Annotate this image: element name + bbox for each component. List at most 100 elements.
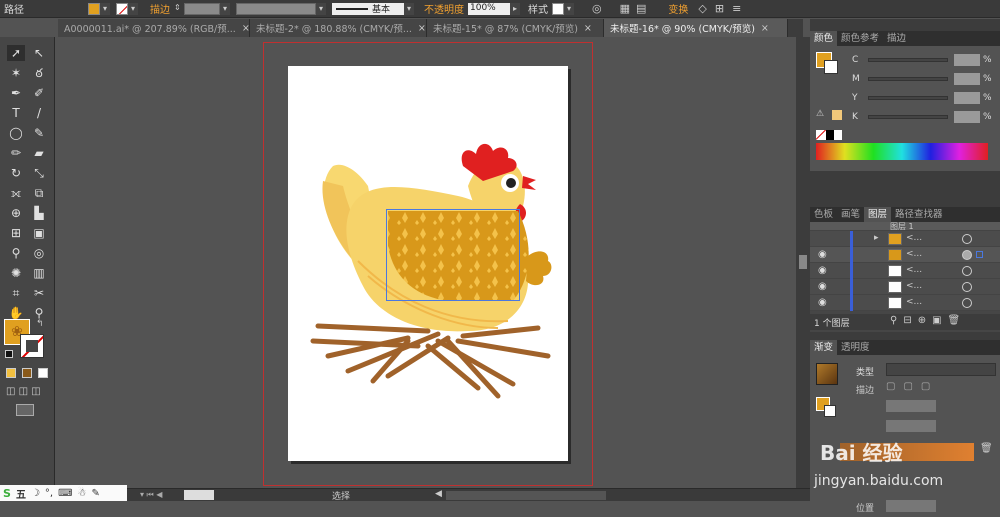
- stroke-color-box[interactable]: [20, 334, 44, 358]
- stroke-weight-stepper[interactable]: ⇕: [174, 3, 184, 15]
- expand-icon[interactable]: ▸: [874, 233, 879, 243]
- position-input[interactable]: [886, 500, 936, 512]
- color-mode-button[interactable]: [6, 368, 16, 378]
- yellow-slider[interactable]: [868, 96, 948, 100]
- angle-select[interactable]: [886, 400, 936, 412]
- selection-bounding-box[interactable]: [386, 209, 520, 301]
- stroke-style-select[interactable]: 基本: [332, 2, 404, 15]
- cyan-input[interactable]: [954, 54, 980, 66]
- vertical-scrollbar[interactable]: [796, 37, 810, 488]
- pencil-tool-icon[interactable]: ✏: [7, 145, 25, 161]
- stroke-weight-dropdown[interactable]: ▾: [220, 2, 230, 15]
- opacity-dropdown[interactable]: ▸: [510, 2, 520, 15]
- stroke-style-dropdown[interactable]: ▾: [404, 2, 414, 15]
- align-icon[interactable]: ▦: [620, 2, 630, 15]
- style-swatch[interactable]: [552, 2, 564, 15]
- gradient-type-select[interactable]: [886, 363, 996, 376]
- perspective-grid-icon[interactable]: ▙: [30, 205, 48, 221]
- eye-icon[interactable]: ◉: [818, 297, 832, 309]
- magenta-input[interactable]: [954, 73, 980, 85]
- stroke-weight-input[interactable]: [184, 2, 220, 15]
- opacity-input[interactable]: 100%: [468, 2, 510, 15]
- panel-menu-icon[interactable]: ≡: [732, 2, 741, 15]
- layer-row[interactable]: ◉ <...: [810, 295, 1000, 311]
- type-tool-icon[interactable]: T: [7, 105, 25, 121]
- eye-icon[interactable]: [818, 233, 832, 245]
- direct-selection-tool-icon[interactable]: ↖: [30, 45, 48, 61]
- free-transform-icon[interactable]: ⧉: [30, 185, 48, 201]
- eraser-tool-icon[interactable]: ▰: [30, 145, 48, 161]
- yellow-input[interactable]: [954, 92, 980, 104]
- yellow-row[interactable]: Y%: [852, 92, 992, 104]
- symbol-sprayer-icon[interactable]: ✺: [7, 265, 25, 281]
- style-dropdown[interactable]: ▾: [564, 2, 574, 15]
- rotate-tool-icon[interactable]: ↻: [7, 165, 25, 181]
- target-icon[interactable]: [962, 298, 972, 308]
- variable-width-select[interactable]: [236, 2, 316, 15]
- artboard-number-input[interactable]: [184, 490, 214, 500]
- black-swatch[interactable]: [826, 130, 834, 140]
- opacity-label[interactable]: 不透明度: [420, 1, 468, 16]
- tab-untitled-15[interactable]: 未标题-15* @ 87% (CMYK/预览) ×: [427, 19, 604, 37]
- selection-tool-icon[interactable]: ➚: [7, 45, 25, 61]
- color-spectrum[interactable]: [816, 143, 988, 160]
- black-slider[interactable]: [868, 115, 948, 119]
- target-icon[interactable]: [962, 282, 972, 292]
- close-icon[interactable]: ×: [584, 23, 592, 34]
- artboard-tool-icon[interactable]: ⌗: [7, 285, 25, 301]
- delete-stop-icon[interactable]: 🗑: [980, 443, 993, 454]
- tab-stroke[interactable]: 描边: [883, 31, 910, 46]
- horizontal-scrollbar[interactable]: [446, 491, 606, 500]
- paintbrush-tool-icon[interactable]: ✎: [30, 125, 48, 141]
- none-mode-button[interactable]: [38, 368, 48, 378]
- tab-color-guide[interactable]: 颜色参考: [837, 31, 883, 46]
- moon-icon[interactable]: ☽: [31, 488, 40, 499]
- isolate-icon[interactable]: ◇: [698, 2, 706, 15]
- variable-width-dropdown[interactable]: ▾: [316, 2, 326, 15]
- sogou-logo-icon[interactable]: S: [3, 487, 11, 500]
- footer-icons[interactable]: ⚲⊟⊕▣🗑: [890, 315, 966, 326]
- draw-mode-icon[interactable]: ◫ ◫ ◫: [6, 386, 41, 397]
- tab-brushes[interactable]: 画笔: [837, 207, 864, 222]
- cyan-row[interactable]: C%: [852, 54, 992, 66]
- magenta-row[interactable]: M%: [852, 73, 992, 85]
- gradient-preview[interactable]: [816, 363, 838, 385]
- panel-stroke-swatch[interactable]: [824, 60, 838, 74]
- cyan-slider[interactable]: [868, 58, 948, 62]
- pen-tool-icon[interactable]: ✒: [7, 85, 25, 101]
- screen-mode-icon[interactable]: [16, 404, 34, 416]
- black-row[interactable]: K%: [852, 111, 992, 123]
- tab-color[interactable]: 颜色: [810, 31, 838, 46]
- slice-tool-icon[interactable]: ✂: [30, 285, 48, 301]
- tab-untitled-16[interactable]: 未标题-16* @ 90% (CMYK/预览) ×: [604, 19, 788, 37]
- tab-gradient[interactable]: 渐变: [810, 340, 838, 355]
- close-icon[interactable]: ×: [418, 23, 426, 34]
- layer-row[interactable]: ◉ <...: [810, 247, 1000, 263]
- gradient-stroke-box[interactable]: [824, 405, 836, 417]
- target-icon[interactable]: [962, 250, 972, 260]
- default-colors-icon[interactable]: [5, 350, 13, 358]
- column-graph-icon[interactable]: ▥: [30, 265, 48, 281]
- tab-transparency[interactable]: 透明度: [837, 340, 874, 355]
- gradient-mode-button[interactable]: [22, 368, 32, 378]
- line-tool-icon[interactable]: /: [30, 105, 48, 121]
- stroke-label[interactable]: 描边: [146, 1, 174, 16]
- magenta-slider[interactable]: [868, 77, 948, 81]
- fill-swatch[interactable]: [88, 2, 100, 15]
- arrange-icon[interactable]: ⊞: [715, 2, 724, 15]
- swap-fill-stroke-icon[interactable]: ↰: [36, 319, 44, 329]
- blend-tool-icon[interactable]: ◎: [30, 245, 48, 261]
- tools-icon[interactable]: ✎: [92, 488, 100, 499]
- layer-row[interactable]: ▸ <...: [810, 231, 1000, 247]
- white-swatch[interactable]: [834, 130, 842, 140]
- eye-icon[interactable]: ◉: [818, 281, 832, 293]
- aspect-select[interactable]: [886, 420, 936, 432]
- layer-row[interactable]: ◉ <...: [810, 263, 1000, 279]
- width-tool-icon[interactable]: ⟗: [7, 185, 25, 201]
- black-input[interactable]: [954, 111, 980, 123]
- none-swatch[interactable]: [816, 130, 826, 140]
- stroke-dropdown[interactable]: ▾: [128, 2, 138, 15]
- artboard[interactable]: [288, 66, 568, 461]
- tab-a0000011[interactable]: A0000011.ai* @ 207.89% (RGB/预... ×: [58, 19, 250, 37]
- stroke-swatch[interactable]: [116, 2, 128, 15]
